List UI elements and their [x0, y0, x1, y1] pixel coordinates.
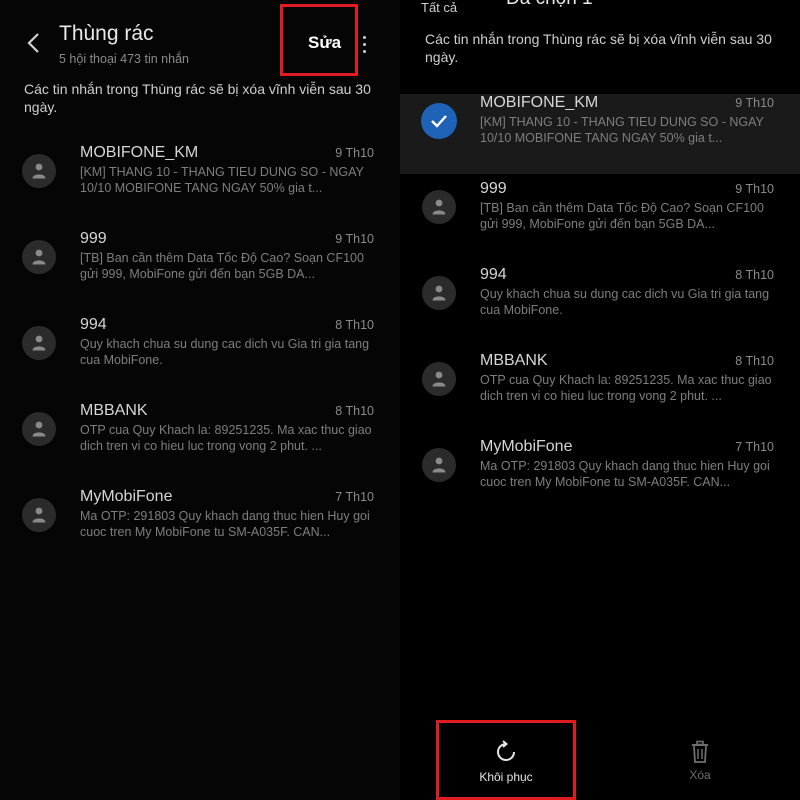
person-icon [432, 457, 446, 473]
conversation-item[interactable]: MBBANK 8 Th10 OTP cua Quy Khach la: 892512… [400, 352, 800, 432]
conversation-sender: 994 [480, 266, 507, 283]
conversation-date: 9 Th10 [735, 182, 774, 196]
page-title: Thùng rác [59, 22, 154, 45]
conversation-preview: Quy khach chua su dung cac dich vu Gia t… [480, 287, 770, 317]
conversation-item[interactable]: MyMobiFone 7 Th10 Ma OTP: 291803 Quy khach… [0, 488, 400, 568]
contact-avatar[interactable] [422, 276, 456, 310]
conversation-item[interactable]: MBBANK 8 Th10 OTP cua Quy Khach la: 892512… [0, 402, 400, 482]
trash-screen-selection: Tất cả Đã chọn 1 Các tin nhắn trong Thùn… [400, 0, 800, 800]
person-icon [32, 163, 46, 179]
conversation-date: 7 Th10 [335, 490, 374, 504]
conversation-date: 8 Th10 [735, 354, 774, 368]
highlight-box-restore [436, 720, 576, 800]
trash-screen-default: Thùng rác 5 hội thoại 473 tin nhắn Sửa C… [0, 0, 400, 800]
person-icon [32, 421, 46, 437]
conversation-sender: MyMobiFone [480, 438, 573, 455]
more-options-icon[interactable] [362, 36, 368, 54]
contact-avatar [22, 240, 56, 274]
conversation-item[interactable]: MyMobiFone 7 Th10 Ma OTP: 291803 Quy khach… [400, 438, 800, 518]
conversation-sender: MOBIFONE_KM [80, 144, 199, 161]
conversation-sender: 994 [80, 316, 107, 333]
contact-avatar [22, 154, 56, 188]
person-icon [432, 285, 446, 301]
trash-icon [692, 740, 708, 763]
conversation-item[interactable]: 994 8 Th10 Quy khach chua su dung cac dich… [400, 266, 800, 346]
contact-avatar [22, 498, 56, 532]
conversation-preview: Quy khach chua su dung cac dich vu Gia t… [80, 337, 370, 367]
conversation-sender: MyMobiFone [80, 488, 173, 505]
conversation-item[interactable]: 999 9 Th10 [TB] Ban cần thêm Data Tốc Độ C… [0, 230, 400, 310]
contact-avatar [22, 326, 56, 360]
conversation-preview: Ma OTP: 291803 Quy khach dang thuc hien … [480, 459, 770, 489]
conversation-date: 8 Th10 [335, 318, 374, 332]
conversation-preview: [KM] THANG 10 - THANG TIEU DUNG SO - NGA… [480, 115, 764, 145]
delete-label: Xóa [689, 768, 711, 782]
conversation-preview: OTP cua Quy Khach la: 89251235. Ma xac t… [480, 373, 772, 403]
highlight-box-edit [280, 4, 358, 76]
conversation-count: 5 hội thoại 473 tin nhắn [59, 52, 189, 66]
person-icon [32, 507, 46, 523]
contact-avatar[interactable] [422, 362, 456, 396]
conversation-sender: MBBANK [480, 352, 548, 369]
trash-notice: Các tin nhắn trong Thùng rác sẽ bị xóa v… [425, 31, 772, 65]
conversation-sender: MBBANK [80, 402, 148, 419]
conversation-sender: MOBIFONE_KM [480, 94, 599, 111]
conversation-item[interactable]: 994 8 Th10 Quy khach chua su dung cac dich… [0, 316, 400, 396]
conversation-preview: [TB] Ban cần thêm Data Tốc Độ Cao? Soạn … [80, 251, 364, 281]
conversation-date: 9 Th10 [735, 96, 774, 110]
conversation-item[interactable]: MOBIFONE_KM 9 Th10 [KM] THANG 10 - THANG T… [0, 144, 400, 224]
person-icon [32, 335, 46, 351]
back-arrow-icon[interactable] [24, 32, 44, 54]
conversation-date: 9 Th10 [335, 232, 374, 246]
person-icon [432, 199, 446, 215]
conversation-item[interactable]: MOBIFONE_KM 9 Th10 [KM] THANG 10 - THANG T… [400, 94, 800, 174]
conversation-date: 7 Th10 [735, 440, 774, 454]
conversation-date: 9 Th10 [335, 146, 374, 160]
conversation-preview: Ma OTP: 291803 Quy khach dang thuc hien … [80, 509, 370, 539]
person-icon [432, 371, 446, 387]
contact-avatar [22, 412, 56, 446]
person-icon [32, 249, 46, 265]
conversation-sender: 999 [80, 230, 107, 247]
conversation-date: 8 Th10 [735, 268, 774, 282]
contact-avatar[interactable] [422, 448, 456, 482]
conversation-preview: [TB] Ban cần thêm Data Tốc Độ Cao? Soạn … [480, 201, 764, 231]
trash-notice: Các tin nhắn trong Thùng rác sẽ bị xóa v… [24, 81, 371, 115]
selected-check-icon[interactable] [421, 103, 457, 139]
selected-count: Đã chọn 1 [506, 0, 593, 10]
conversation-date: 8 Th10 [335, 404, 374, 418]
delete-button[interactable]: Xóa [660, 740, 740, 790]
contact-avatar[interactable] [422, 190, 456, 224]
conversation-preview: [KM] THANG 10 - THANG TIEU DUNG SO - NGA… [80, 165, 364, 195]
conversation-preview: OTP cua Quy Khach la: 89251235. Ma xac t… [80, 423, 372, 453]
conversation-item[interactable]: 999 9 Th10 [TB] Ban cần thêm Data Tốc Độ C… [400, 180, 800, 260]
conversation-sender: 999 [480, 180, 507, 197]
select-all-label[interactable]: Tất cả [421, 0, 457, 15]
